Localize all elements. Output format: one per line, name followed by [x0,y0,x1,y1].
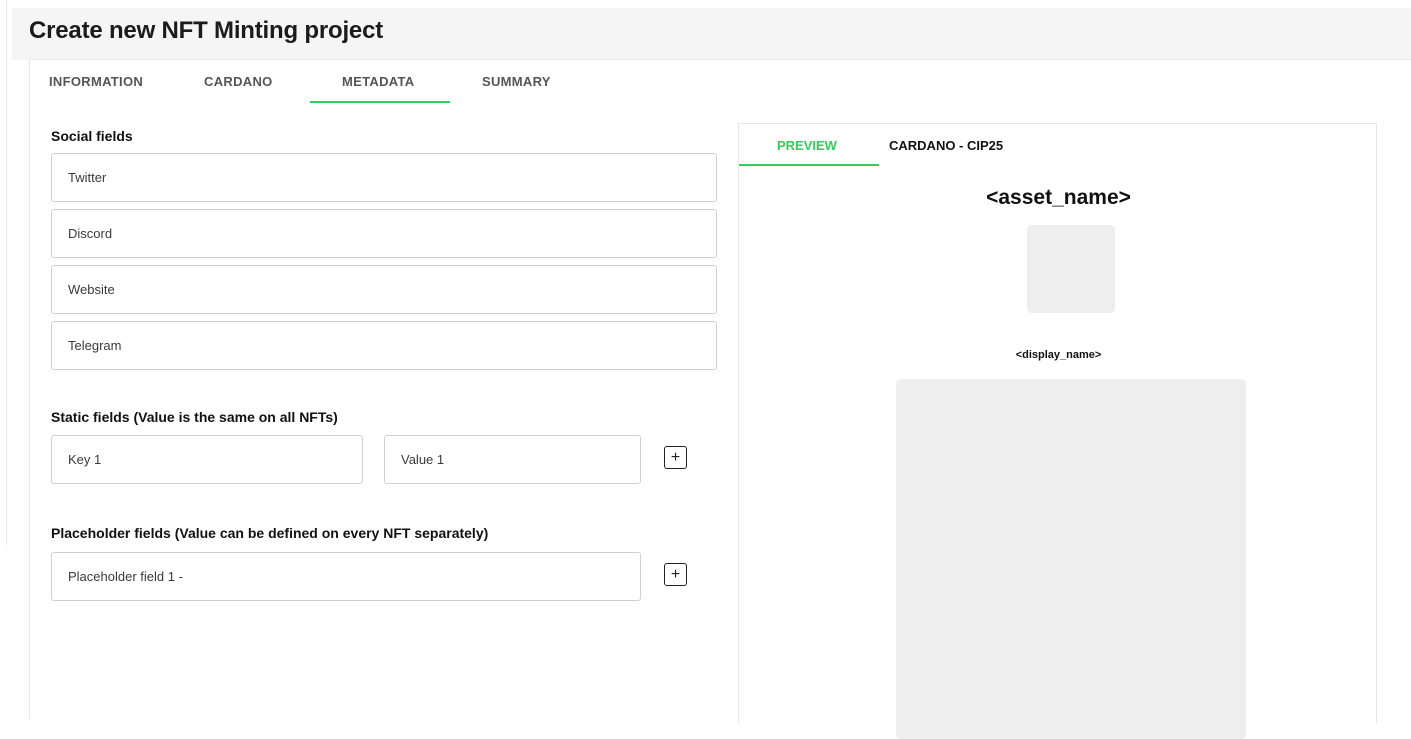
left-divider [6,0,7,545]
discord-input[interactable] [52,210,716,257]
page-title: Create new NFT Minting project [29,17,384,44]
active-preview-tab-indicator [739,164,879,166]
telegram-input[interactable] [52,322,716,369]
tab-cardano-cip25[interactable]: CARDANO - CIP25 [889,138,1003,153]
display-name: <display_name> [1015,349,1102,361]
asset-name: <asset_name> [986,186,1131,209]
static-key-field [51,435,363,484]
static-value-input[interactable] [385,436,640,483]
tab-cardano[interactable]: CARDANO [204,74,273,89]
discord-field [51,209,717,258]
website-input[interactable] [52,266,716,313]
project-form-card: INFORMATION CARDANO METADATA SUMMARY Soc… [29,59,1411,739]
thumbnail-placeholder [1027,225,1115,313]
add-placeholder-field-button[interactable]: + [664,563,687,586]
image-placeholder [896,379,1246,739]
tab-summary[interactable]: SUMMARY [482,74,551,89]
left-edge [0,0,12,709]
add-static-field-button[interactable]: + [664,446,687,469]
twitter-field [51,153,717,202]
placeholder-fields-title: Placeholder fields (Value can be defined… [51,525,489,541]
tab-preview[interactable]: PREVIEW [777,138,837,153]
static-key-input[interactable] [52,436,362,483]
telegram-field [51,321,717,370]
static-fields-title: Static fields (Value is the same on all … [51,409,338,425]
website-field [51,265,717,314]
active-tab-indicator [310,101,450,103]
placeholder-field [51,552,641,601]
social-fields-title: Social fields [51,128,133,144]
page-header: Create new NFT Minting project [12,8,1411,60]
preview-panel: PREVIEW CARDANO - CIP25 <asset_name> <di… [738,123,1377,739]
placeholder-field-input[interactable] [52,553,640,600]
tab-metadata[interactable]: METADATA [342,74,414,89]
static-value-field [384,435,641,484]
tab-information[interactable]: INFORMATION [49,74,143,89]
twitter-input[interactable] [52,154,716,201]
